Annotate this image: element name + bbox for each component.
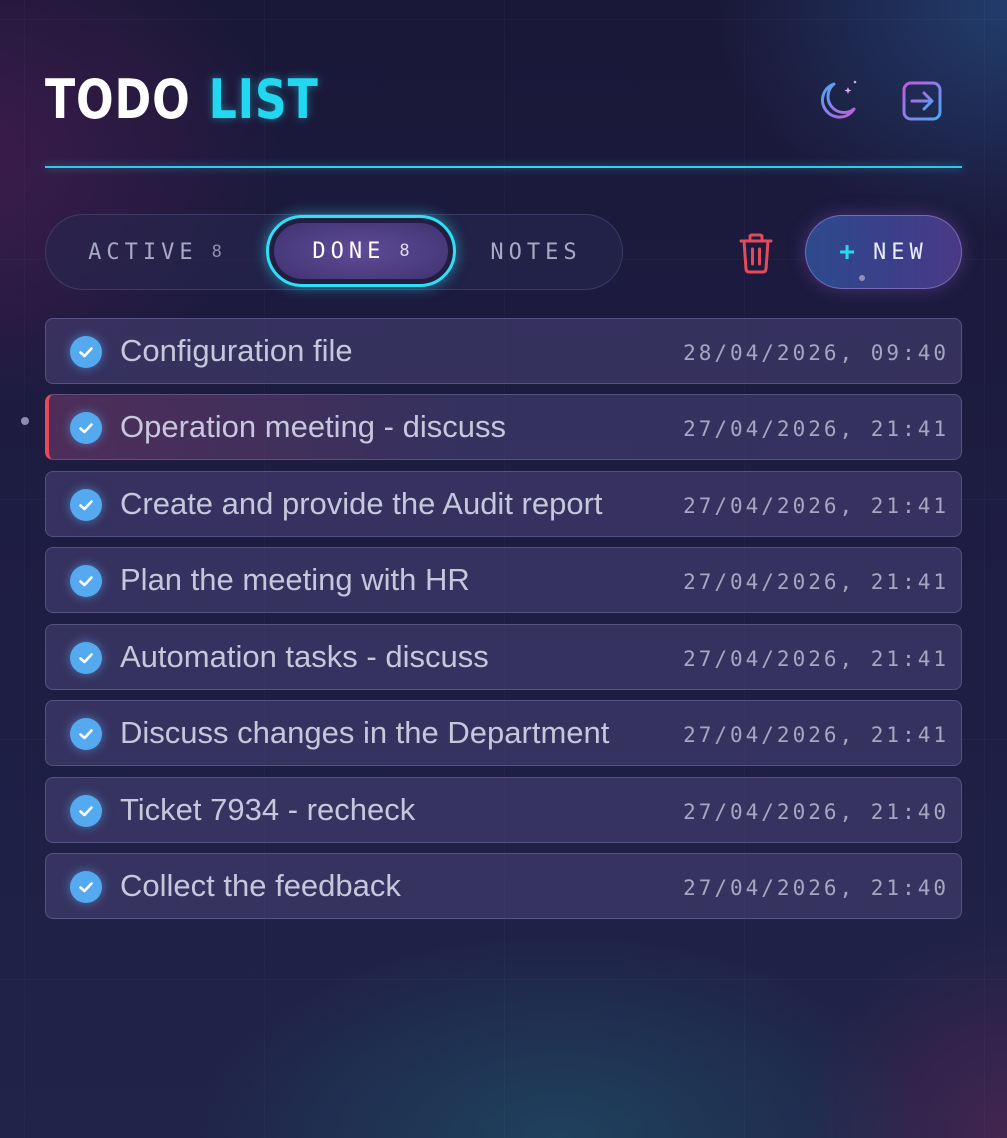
new-task-label: NEW bbox=[872, 239, 928, 265]
task-date: 27/04/2026, 21:41 bbox=[683, 723, 949, 747]
trash-icon bbox=[739, 233, 773, 274]
app-header: TODO LIST bbox=[45, 60, 962, 140]
checked-circle-icon[interactable] bbox=[70, 718, 102, 750]
task-row[interactable]: Operation meeting - discuss 27/04/2026, … bbox=[45, 394, 962, 460]
task-date: 27/04/2026, 21:40 bbox=[683, 800, 949, 824]
task-row[interactable]: Plan the meeting with HR 27/04/2026, 21:… bbox=[45, 547, 962, 613]
plus-icon: + bbox=[839, 237, 855, 267]
checked-circle-icon[interactable] bbox=[70, 565, 102, 597]
task-date: 27/04/2026, 21:41 bbox=[683, 570, 949, 594]
title-word-list: LIST bbox=[208, 68, 319, 131]
task-title: Collect the feedback bbox=[120, 868, 401, 903]
checked-circle-icon[interactable] bbox=[70, 489, 102, 521]
task-row[interactable]: Automation tasks - discuss 27/04/2026, 2… bbox=[45, 624, 962, 690]
theme-toggle-button[interactable] bbox=[812, 76, 862, 126]
tab-done-label: DONE bbox=[312, 238, 386, 264]
task-date: 27/04/2026, 21:40 bbox=[683, 876, 949, 900]
task-title: Plan the meeting with HR bbox=[120, 562, 470, 597]
header-divider bbox=[45, 166, 962, 168]
title-word-todo: TODO bbox=[45, 68, 191, 131]
checked-circle-icon[interactable] bbox=[70, 412, 102, 444]
task-title: Create and provide the Audit report bbox=[120, 486, 603, 521]
task-row[interactable]: Configuration file 28/04/2026, 09:40 bbox=[45, 318, 962, 384]
new-button-indicator-dot bbox=[859, 275, 865, 281]
task-date: 27/04/2026, 21:41 bbox=[683, 494, 949, 518]
tab-active-label: ACTIVE bbox=[88, 239, 198, 265]
task-row[interactable]: Collect the feedback 27/04/2026, 21:40 bbox=[45, 853, 962, 919]
tab-done-count: 8 bbox=[399, 241, 410, 261]
task-title: Discuss changes in the Department bbox=[120, 715, 610, 750]
task-title: Automation tasks - discuss bbox=[120, 639, 489, 674]
new-task-button[interactable]: + NEW bbox=[805, 215, 962, 289]
task-row[interactable]: Create and provide the Audit report 27/0… bbox=[45, 471, 962, 537]
tab-active-count: 8 bbox=[211, 242, 222, 262]
tab-active[interactable]: ACTIVE 8 bbox=[80, 215, 230, 289]
task-title: Configuration file bbox=[120, 333, 353, 368]
checked-circle-icon[interactable] bbox=[70, 336, 102, 368]
page-title: TODO LIST bbox=[45, 68, 319, 131]
checked-circle-icon[interactable] bbox=[70, 871, 102, 903]
logout-arrow-icon bbox=[902, 81, 942, 121]
task-row[interactable]: Ticket 7934 - recheck 27/04/2026, 21:40 bbox=[45, 777, 962, 843]
checked-circle-icon[interactable] bbox=[70, 795, 102, 827]
drag-indicator-dot bbox=[21, 417, 29, 425]
checked-circle-icon[interactable] bbox=[70, 642, 102, 674]
moon-stars-icon bbox=[821, 80, 857, 119]
tab-done[interactable]: DONE 8 bbox=[266, 215, 456, 287]
tab-notes-label: NOTES bbox=[490, 239, 582, 265]
task-title: Ticket 7934 - recheck bbox=[120, 792, 416, 827]
task-date: 28/04/2026, 09:40 bbox=[683, 341, 949, 365]
delete-all-button[interactable] bbox=[733, 228, 779, 278]
task-date: 27/04/2026, 21:41 bbox=[683, 647, 949, 671]
logout-button[interactable] bbox=[897, 76, 947, 126]
task-date: 27/04/2026, 21:41 bbox=[683, 417, 949, 441]
task-row[interactable]: Discuss changes in the Department 27/04/… bbox=[45, 700, 962, 766]
task-title: Operation meeting - discuss bbox=[120, 409, 506, 444]
filter-tabs: ACTIVE 8 DONE 8 NOTES bbox=[45, 214, 623, 290]
tab-notes[interactable]: NOTES bbox=[486, 215, 586, 289]
